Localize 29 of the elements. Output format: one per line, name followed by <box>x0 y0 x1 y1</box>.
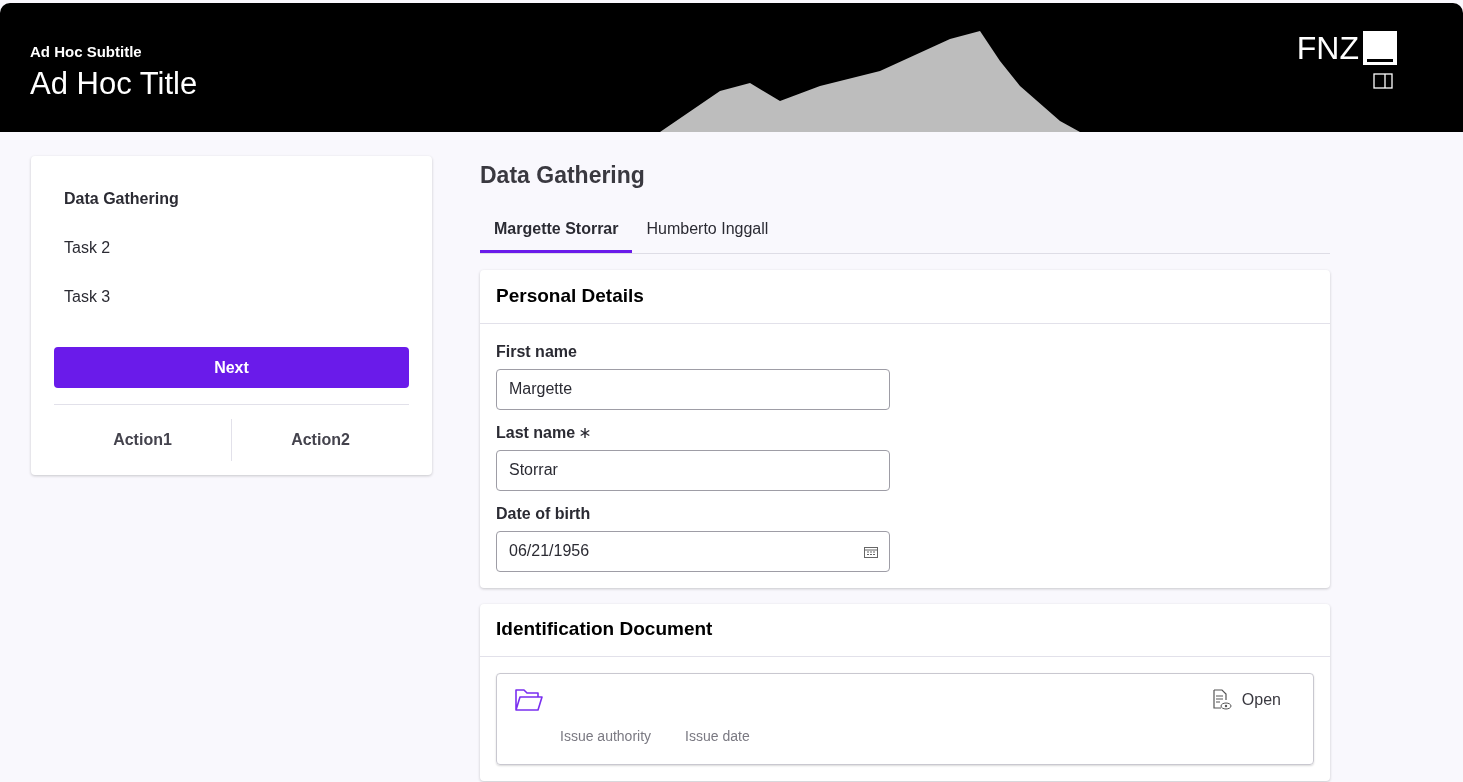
input-field[interactable]: Margette <box>496 368 890 410</box>
header-subtitle: Ad Hoc Subtitle <box>30 42 143 62</box>
date-field[interactable]: 06/21/1956 <box>496 530 890 572</box>
folder-icon <box>515 687 543 712</box>
action-button[interactable]: Action1 <box>109 419 176 461</box>
task-item[interactable]: Data Gathering <box>54 174 409 223</box>
next-button[interactable]: Next <box>54 347 409 388</box>
field-label: Date of birth <box>496 503 591 524</box>
open-button[interactable]: Open <box>1211 687 1281 712</box>
header-title: Ad Hoc Title <box>30 64 198 103</box>
column-label: Issue authority <box>560 726 652 746</box>
task-item[interactable]: Task 3 <box>54 272 409 321</box>
panel-layout-icon[interactable] <box>1373 73 1393 89</box>
logo-text: FNZ <box>1296 31 1359 65</box>
required-asterisk-icon <box>580 427 591 438</box>
calendar-icon[interactable] <box>864 545 878 558</box>
logo-mark-icon <box>1363 31 1397 65</box>
person-tab[interactable]: Margette Storrar <box>480 208 633 253</box>
column-label: Issue date <box>685 726 750 746</box>
input-field[interactable]: Storrar <box>496 449 890 491</box>
action-button[interactable]: Action2 <box>287 419 354 461</box>
field-label: Last name <box>496 422 576 443</box>
document-view-icon <box>1211 688 1232 711</box>
section-title: Personal Details <box>480 269 1330 324</box>
task-item[interactable]: Task 2 <box>54 223 409 272</box>
page-title: Data Gathering <box>480 161 646 190</box>
field-label: First name <box>496 341 577 362</box>
person-tab[interactable]: Humberto Inggall <box>632 208 783 253</box>
section-title: Identification Document <box>480 603 1330 657</box>
